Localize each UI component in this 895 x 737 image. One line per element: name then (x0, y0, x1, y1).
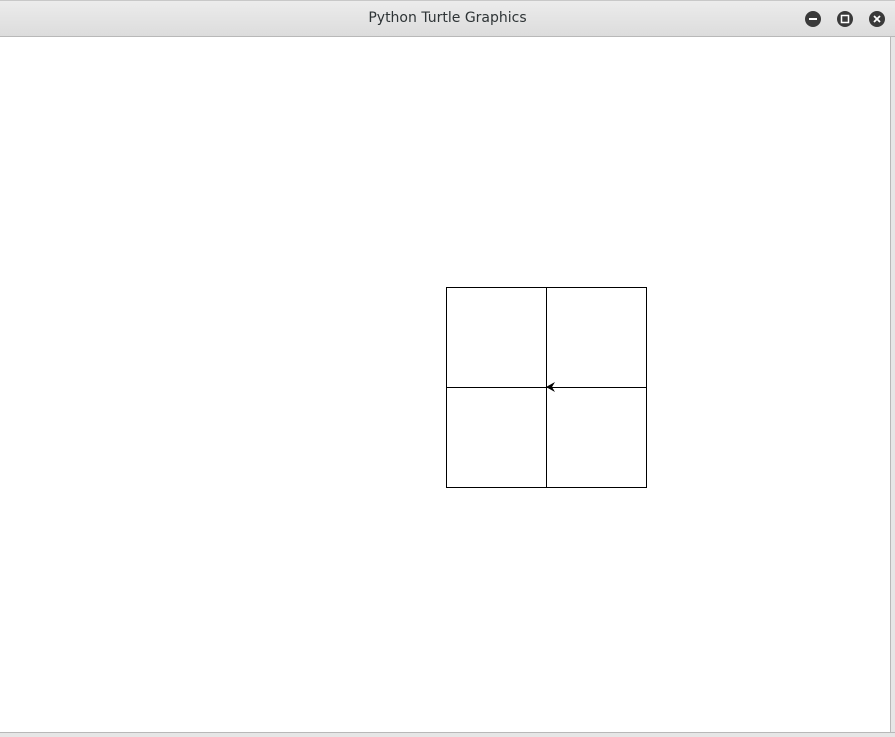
window-title: Python Turtle Graphics (368, 10, 527, 26)
maximize-button[interactable] (837, 11, 853, 27)
minimize-button[interactable] (805, 11, 821, 27)
close-button[interactable] (869, 11, 885, 27)
window-border-right (890, 37, 895, 737)
maximize-icon (840, 14, 850, 24)
minimize-icon (809, 18, 817, 20)
turtle-window: Python Turtle Graphics (0, 0, 895, 737)
turtle-canvas[interactable] (0, 37, 890, 732)
window-border-bottom (0, 732, 895, 737)
close-icon (873, 15, 881, 23)
drawing-surface (446, 287, 647, 488)
title-bar[interactable]: Python Turtle Graphics (0, 0, 895, 37)
